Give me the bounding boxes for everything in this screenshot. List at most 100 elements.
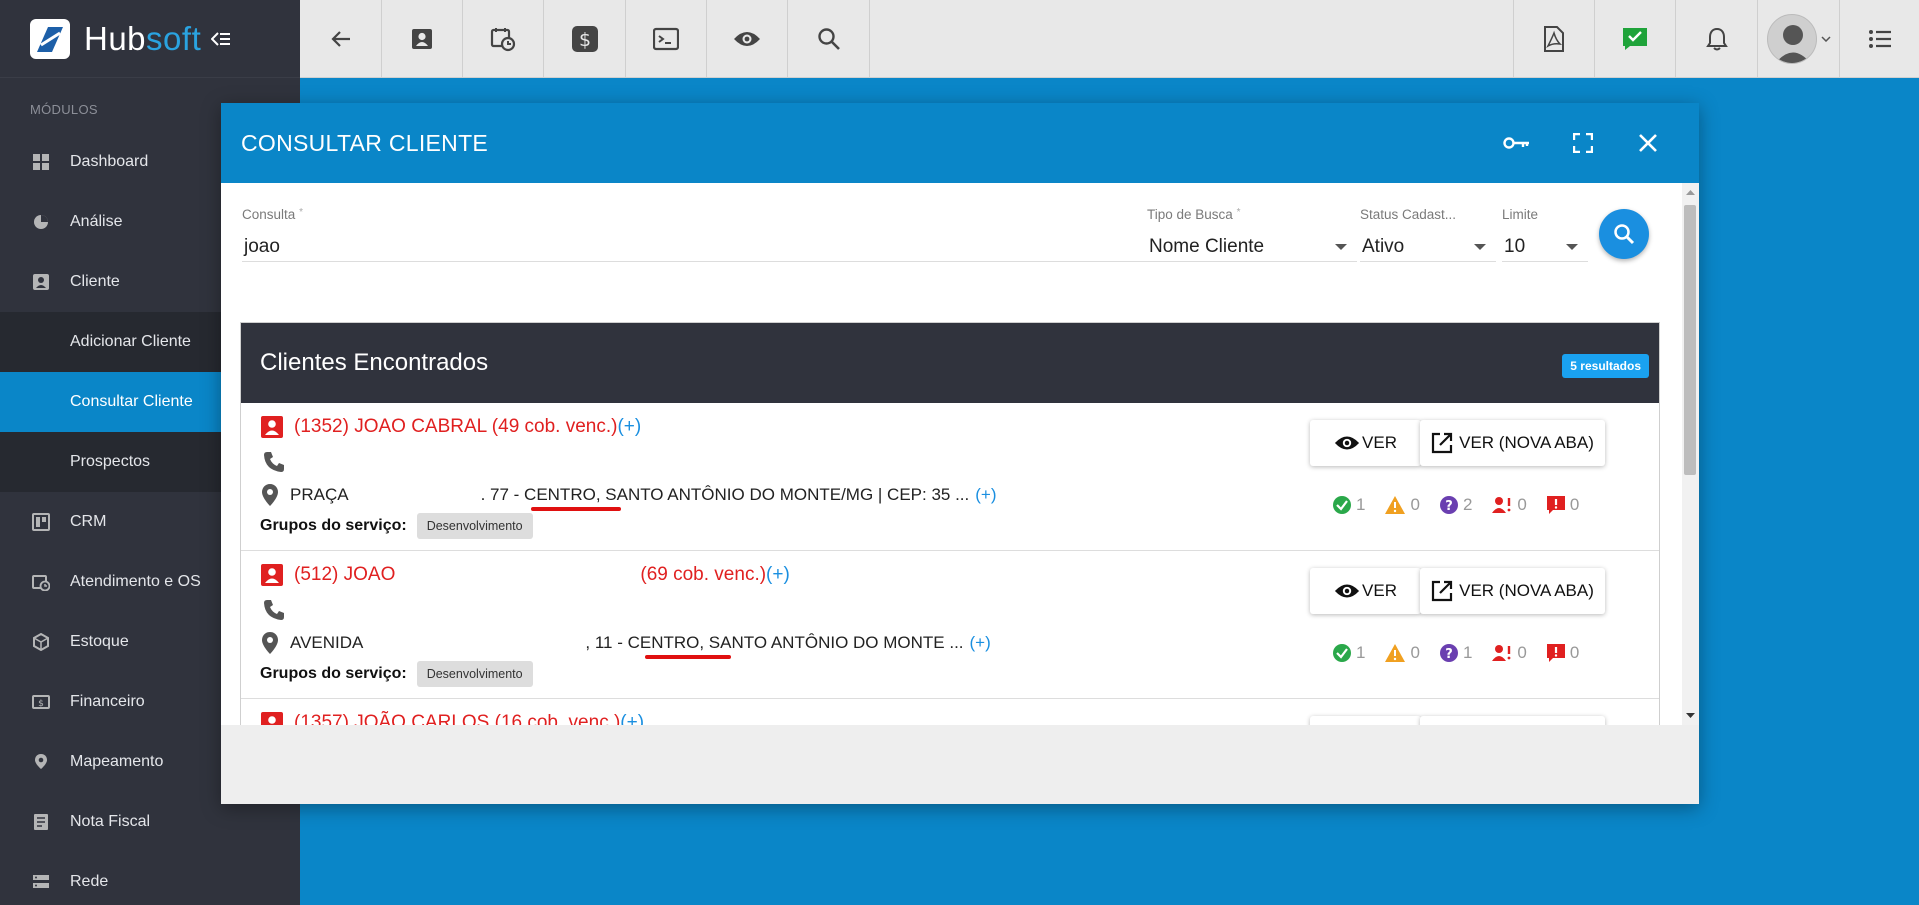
terminal-button[interactable] — [626, 0, 707, 78]
tipo-busca-value: Nome Cliente — [1149, 235, 1265, 257]
stat-value: 0 — [1569, 495, 1580, 514]
group-tag: Desenvolvimento — [416, 513, 533, 539]
status-cadastro-select[interactable]: Ativo — [1360, 232, 1496, 262]
sidebar-item-label: Adicionar Cliente — [70, 333, 191, 350]
user-menu[interactable] — [1758, 0, 1840, 78]
ver-button[interactable] — [1310, 716, 1421, 725]
status-cadastro-field: Status Cadast... Ativo — [1360, 207, 1496, 262]
notifications-button[interactable] — [1676, 0, 1758, 78]
help-circle-icon: ? — [1439, 496, 1458, 514]
ver-button[interactable]: VER — [1310, 568, 1421, 614]
box-icon — [33, 633, 49, 651]
view-button[interactable] — [707, 0, 788, 78]
message-alert-icon — [1546, 496, 1565, 514]
limite-select[interactable]: 10 — [1502, 232, 1588, 262]
ver-label: VER — [1362, 581, 1397, 600]
stat-question: ? 2 — [1439, 495, 1472, 515]
client-name-suffix[interactable]: (69 cob. venc.) — [640, 564, 766, 586]
svg-text:$: $ — [38, 699, 44, 709]
fullscreen-button[interactable] — [1567, 127, 1599, 159]
scroll-down-icon — [1686, 713, 1695, 718]
contact-card-icon — [261, 712, 283, 725]
list-icon — [1868, 30, 1891, 48]
stat-warning: 0 — [1384, 495, 1420, 515]
pdf-button[interactable] — [1513, 0, 1595, 78]
tipo-busca-field: Tipo de Busca * Nome Cliente — [1147, 207, 1357, 262]
modal-footer — [221, 725, 1699, 804]
client-name-link[interactable]: (1352) JOAO CABRAL (49 cob. venc.) — [294, 416, 617, 438]
client-name-more-link[interactable]: (+) — [766, 564, 790, 586]
key-button[interactable] — [1501, 127, 1533, 159]
scrollbar-thumb[interactable] — [1684, 205, 1696, 475]
results-title: Clientes Encontrados — [260, 349, 489, 376]
stat-value: 1 — [1356, 643, 1366, 662]
sidebar-item-rede[interactable]: Rede — [0, 852, 300, 905]
limite-field: Limite 10 — [1502, 207, 1588, 262]
search-icon — [1614, 224, 1635, 245]
logo-area: Hubsoft — [0, 0, 300, 78]
finance-button[interactable]: $ — [544, 0, 626, 78]
dropdown-caret-icon — [1566, 243, 1578, 250]
tasks-button[interactable] — [1595, 0, 1676, 78]
list-menu-button[interactable] — [1840, 0, 1919, 78]
back-button[interactable] — [300, 0, 382, 78]
svg-text:?: ? — [1445, 499, 1453, 514]
sidebar-item-label: Mapeamento — [70, 753, 164, 770]
contacts-button[interactable] — [382, 0, 463, 78]
money-icon: $ — [32, 695, 50, 709]
client-name-link[interactable]: (1357) JOÃO CARLOS (16 cob. venc.) — [294, 712, 620, 725]
stat-message-alert: 0 — [1546, 643, 1579, 663]
arrow-left-icon — [330, 31, 350, 47]
dropdown-caret-icon — [1335, 243, 1347, 250]
status-counters: 1 0 ? 1 0 0 — [1332, 643, 1598, 663]
close-icon — [1639, 134, 1657, 152]
top-toolbar: $ — [300, 0, 1919, 78]
message-alert-icon — [1546, 644, 1565, 662]
client-name-more-link[interactable]: (+) — [620, 712, 644, 725]
sidebar-item-label: Estoque — [70, 633, 129, 650]
ver-nova-aba-button[interactable] — [1420, 716, 1605, 725]
ver-button[interactable]: VER — [1310, 420, 1421, 466]
server-icon — [33, 875, 49, 888]
client-row: (1352) JOAO CABRAL (49 cob. venc.) (+) PR… — [241, 403, 1659, 551]
check-message-icon — [1623, 28, 1647, 50]
key-icon — [1503, 137, 1529, 149]
eye-icon — [734, 32, 760, 46]
user-alert-icon — [1492, 645, 1511, 661]
pie-chart-icon — [34, 215, 48, 229]
modal-body: Consulta * joao Tipo de Busca * Nome Cli… — [221, 183, 1699, 725]
client-name-more-link[interactable]: (+) — [617, 416, 641, 438]
consulta-input[interactable]: joao — [242, 232, 1162, 262]
tipo-busca-label: Tipo de Busca — [1147, 207, 1233, 222]
stat-warning: 0 — [1384, 643, 1420, 663]
ver-label: VER — [1362, 433, 1397, 452]
search-submit-button[interactable] — [1599, 209, 1649, 259]
highlight-underline — [645, 655, 731, 659]
search-button[interactable] — [788, 0, 870, 78]
consulta-label: Consulta — [242, 207, 296, 222]
eye-icon — [1334, 584, 1360, 598]
check-circle-icon — [1333, 496, 1351, 514]
modal-header: CONSULTAR CLIENTE — [221, 103, 1699, 183]
ver-nova-aba-button[interactable]: VER (NOVA ABA) — [1420, 420, 1605, 466]
brand-name: Hubsoft — [84, 19, 202, 57]
limite-value: 10 — [1504, 235, 1526, 257]
warning-icon — [1385, 496, 1406, 514]
address-more-link[interactable]: (+) — [970, 633, 991, 653]
schedule-button[interactable] — [463, 0, 544, 78]
address-more-link[interactable]: (+) — [975, 485, 996, 505]
stat-value: 0 — [1410, 495, 1420, 514]
close-button[interactable] — [1632, 127, 1664, 159]
results-panel: Clientes Encontrados 5 resultados (1352)… — [240, 322, 1660, 725]
phone-icon — [264, 452, 284, 472]
collapse-sidebar-icon[interactable] — [211, 31, 231, 47]
pdf-file-icon — [1544, 26, 1564, 52]
sidebar-item-label: Prospectos — [70, 453, 151, 470]
tipo-busca-select[interactable]: Nome Cliente — [1147, 232, 1357, 262]
modal-scrollbar[interactable] — [1682, 183, 1699, 725]
receipt-icon — [34, 814, 48, 830]
ver-nova-aba-button[interactable]: VER (NOVA ABA) — [1420, 568, 1605, 614]
group-tag: Desenvolvimento — [416, 661, 533, 687]
svg-text:$: $ — [578, 29, 590, 51]
client-name-link[interactable]: (512) JOAO — [294, 564, 395, 586]
